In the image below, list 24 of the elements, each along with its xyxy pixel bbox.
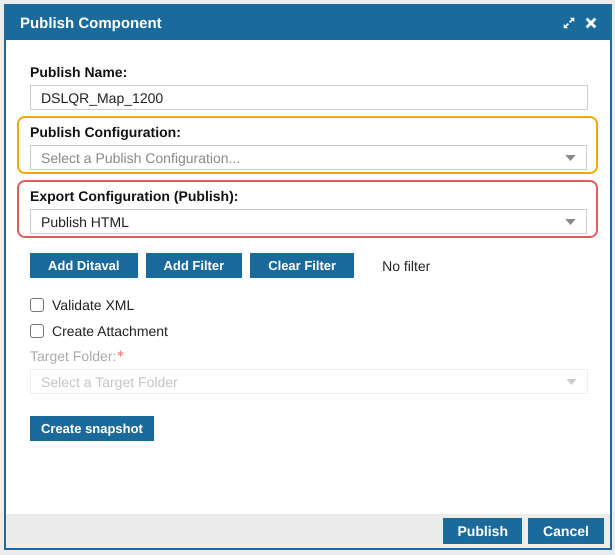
caret-icon — [566, 378, 577, 384]
dialog-title: Publish Component — [20, 14, 162, 32]
field-label: Publish Name: — [30, 64, 128, 80]
filter-button[interactable]: Add Filter — [146, 253, 242, 278]
field-label: Export Configuration (Publish): — [30, 188, 240, 204]
expand-icon[interactable] — [562, 16, 576, 30]
footer-button[interactable]: Cancel — [528, 518, 604, 544]
dropdown-field[interactable]: Publish HTML — [30, 209, 587, 234]
close-icon[interactable] — [584, 16, 598, 30]
filter-status: No filter — [382, 258, 430, 274]
caret-icon — [565, 218, 576, 224]
create-snapshot-button[interactable]: Create snapshot — [30, 416, 154, 441]
field-label: Target Folder: — [30, 348, 116, 364]
caret-icon — [565, 154, 576, 160]
checkbox[interactable] — [30, 324, 44, 338]
dropdown-field[interactable]: Select a Publish Configuration... — [30, 145, 587, 170]
checkbox[interactable] — [30, 298, 44, 312]
text-field[interactable]: DSLQR_Map_1200 — [30, 85, 588, 110]
field-label: Publish Configuration: — [30, 124, 182, 140]
footer-button[interactable]: Publish — [443, 518, 522, 544]
filter-button[interactable]: Add Ditaval — [30, 253, 138, 278]
filter-button[interactable]: Clear Filter — [250, 253, 354, 278]
checkbox-label: Validate XML — [52, 297, 134, 313]
checkbox-label: Create Attachment — [52, 323, 168, 339]
